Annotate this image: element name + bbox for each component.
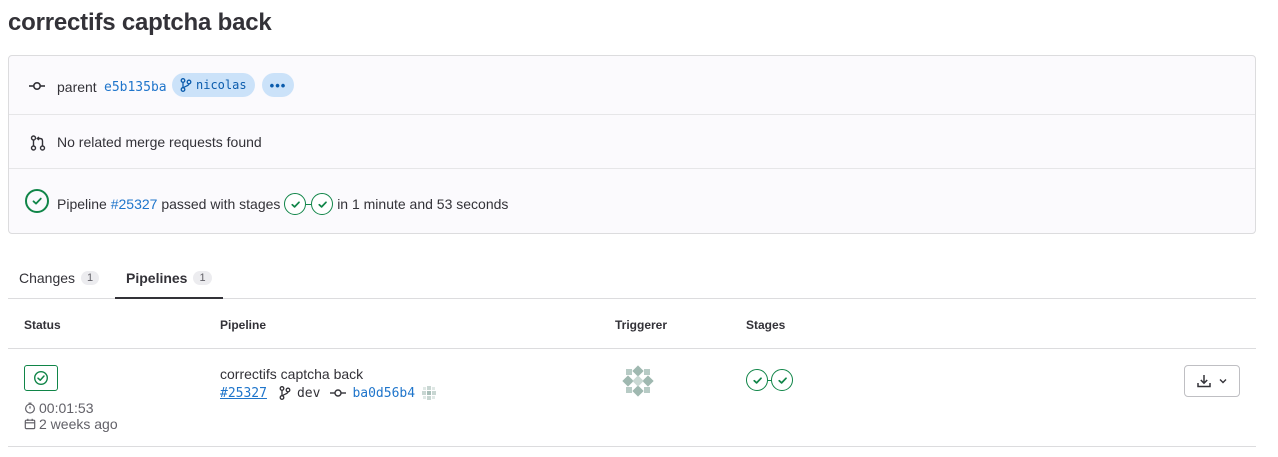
pipeline-meta: #25327 dev ba0d56b4 xyxy=(220,385,437,401)
pipeline-summary: Pipeline #25327 passed with stages in 1 … xyxy=(57,193,508,215)
finished-time: 2 weeks ago xyxy=(24,416,118,432)
pipeline-title: correctifs captcha back xyxy=(220,366,364,382)
parent-sha-link[interactable]: e5b135ba xyxy=(104,80,167,95)
merge-request-icon xyxy=(30,135,46,151)
commit-icon xyxy=(29,82,45,91)
branch-icon xyxy=(279,386,291,400)
duration-text: 00:01:53 xyxy=(39,400,94,416)
check-icon xyxy=(291,200,300,208)
pipeline-duration-text: in 1 minute and 53 seconds xyxy=(337,196,509,212)
table-row: 00:01:53 2 weeks ago correctifs captcha … xyxy=(8,349,1256,447)
check-icon xyxy=(752,376,762,384)
tab-count-badge: 1 xyxy=(193,270,212,285)
check-icon xyxy=(777,376,787,384)
status-success-icon[interactable] xyxy=(25,189,49,213)
status-success-icon[interactable] xyxy=(24,365,58,391)
commit-info-box: parent e5b135ba nicolas ••• No related m… xyxy=(8,55,1256,234)
triggerer-avatar[interactable] xyxy=(622,365,654,397)
pipeline-commit-link[interactable]: ba0d56b4 xyxy=(352,386,415,401)
branch-icon xyxy=(180,78,192,92)
pipeline-status-row: Pipeline #25327 passed with stages in 1 … xyxy=(9,169,1255,234)
check-icon xyxy=(318,200,327,208)
check-icon xyxy=(32,197,42,205)
download-icon xyxy=(1197,375,1211,388)
branch-pill[interactable]: nicolas xyxy=(172,73,255,97)
calendar-icon xyxy=(24,418,36,430)
stage-status-icon[interactable] xyxy=(771,369,793,391)
tab-label: Pipelines xyxy=(126,269,188,286)
stage-status-icon[interactable] xyxy=(311,193,334,215)
page-title: correctifs captcha back xyxy=(8,9,272,36)
pipeline-link[interactable]: #25327 xyxy=(111,196,158,212)
more-branches-button[interactable]: ••• xyxy=(262,73,294,97)
duration: 00:01:53 xyxy=(24,400,94,416)
branch-name: nicolas xyxy=(196,78,247,92)
column-header-triggerer: Triggerer xyxy=(615,318,668,332)
stage-status-icon[interactable] xyxy=(746,369,768,391)
pipeline-prefix: Pipeline xyxy=(57,196,107,212)
tabs-bar: Changes 1 Pipelines 1 xyxy=(8,258,1256,299)
commit-icon xyxy=(330,389,347,397)
download-artifacts-button[interactable] xyxy=(1184,365,1240,397)
timer-icon xyxy=(24,402,36,414)
merge-request-row: No related merge requests found xyxy=(9,115,1255,169)
parent-label: parent xyxy=(57,79,97,95)
tab-changes[interactable]: Changes 1 xyxy=(8,258,110,298)
pipeline-middle-text: passed with stages xyxy=(161,196,281,212)
merge-request-text: No related merge requests found xyxy=(57,134,262,150)
status-passed-icon xyxy=(33,370,49,386)
chevron-down-icon xyxy=(1219,379,1227,384)
pipeline-ref-link[interactable]: dev xyxy=(297,386,320,401)
pipeline-id-link[interactable]: #25327 xyxy=(220,386,267,401)
column-header-stages: Stages xyxy=(746,318,786,332)
pipeline-stages xyxy=(746,369,793,391)
parent-commit-row: parent e5b135ba nicolas ••• xyxy=(9,56,1255,115)
tab-pipelines[interactable]: Pipelines 1 xyxy=(115,258,223,299)
finished-text: 2 weeks ago xyxy=(39,416,118,432)
stage-status-icon[interactable] xyxy=(284,193,307,215)
column-header-pipeline: Pipeline xyxy=(220,318,267,332)
tab-count-badge: 1 xyxy=(81,271,100,285)
column-header-status: Status xyxy=(24,318,61,332)
table-header: Status Pipeline Triggerer Stages xyxy=(8,300,1256,349)
user-avatar-icon[interactable] xyxy=(421,385,437,401)
tab-label: Changes xyxy=(19,270,76,286)
